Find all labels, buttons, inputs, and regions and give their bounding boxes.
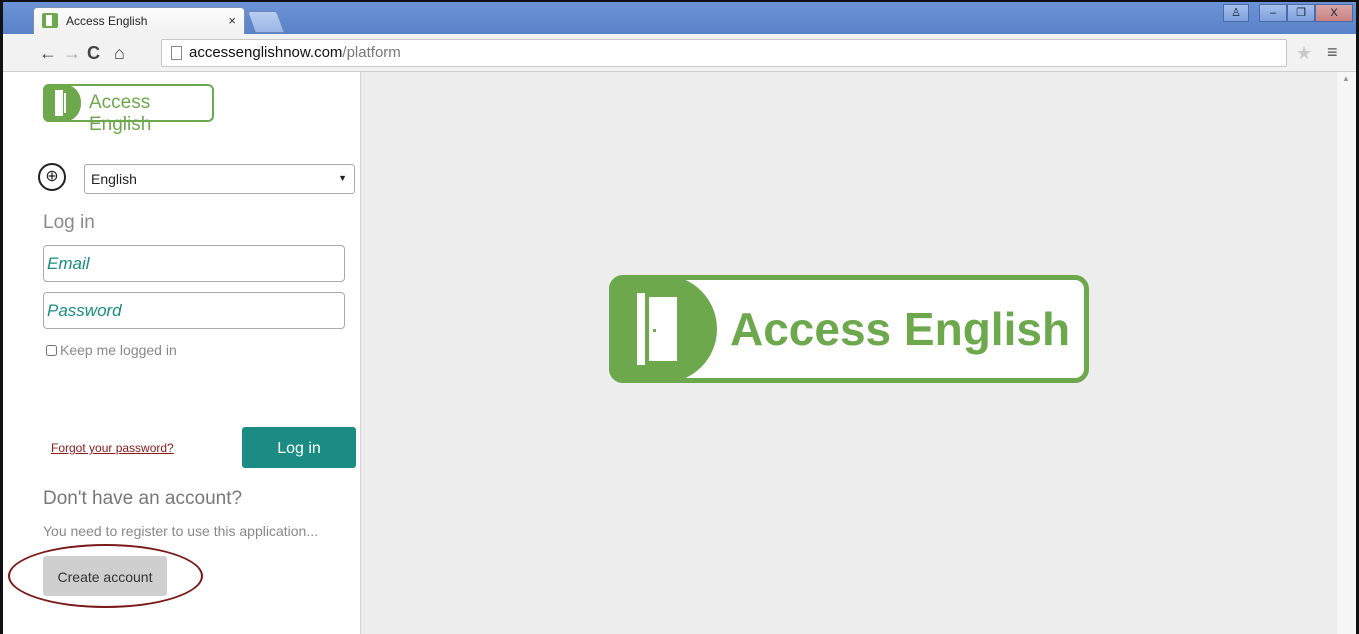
- maximize-button[interactable]: ❐: [1287, 4, 1315, 22]
- tab-title: Access English: [66, 14, 148, 28]
- forward-arrow-icon[interactable]: →: [63, 43, 81, 64]
- globe-icon: ⊕: [38, 163, 66, 191]
- scroll-up-icon[interactable]: ▲: [1342, 74, 1350, 83]
- tab-bar: Access English × ♙ – ❐ X: [3, 2, 1356, 34]
- url-host: accessenglishnow.com: [189, 44, 343, 61]
- register-message: You need to register to use this applica…: [43, 523, 318, 539]
- password-input[interactable]: [44, 293, 339, 328]
- main-logo: Access English: [609, 275, 1089, 383]
- email-input[interactable]: [44, 246, 339, 281]
- keep-logged-in-label: Keep me logged in: [60, 342, 177, 358]
- new-tab-button[interactable]: [246, 11, 286, 33]
- language-selected: English: [91, 171, 137, 187]
- forgot-password-link[interactable]: Forgot your password?: [51, 441, 174, 455]
- sidebar-logo-text: Access English: [89, 92, 152, 135]
- login-button[interactable]: Log in: [242, 427, 356, 468]
- minimize-button[interactable]: –: [1259, 4, 1287, 22]
- browser-tab[interactable]: Access English ×: [33, 7, 245, 34]
- address-bar[interactable]: accessenglishnow.com/platform: [161, 39, 1287, 67]
- door-icon: [637, 293, 683, 365]
- password-field[interactable]: [43, 292, 345, 329]
- keep-logged-in-checkbox[interactable]: [46, 345, 57, 356]
- reload-icon[interactable]: C: [87, 43, 100, 64]
- highlight-annotation: [8, 544, 203, 608]
- user-profile-icon[interactable]: ♙: [1223, 4, 1249, 22]
- page-icon: [171, 46, 182, 60]
- menu-icon[interactable]: ≡: [1327, 42, 1338, 63]
- door-logo-icon: [609, 275, 717, 383]
- browser-toolbar: ← → C ⌂ accessenglishnow.com/platform ★ …: [3, 34, 1356, 72]
- star-icon[interactable]: ★: [1296, 43, 1312, 64]
- no-account-heading: Don't have an account?: [43, 488, 243, 509]
- email-field[interactable]: [43, 245, 345, 282]
- home-icon[interactable]: ⌂: [114, 43, 125, 64]
- door-logo-icon: [43, 84, 81, 122]
- back-arrow-icon[interactable]: ←: [39, 43, 57, 64]
- chevron-down-icon: ▼: [338, 173, 347, 183]
- sidebar-logo: Access English: [43, 84, 214, 135]
- login-sidebar: Access English ⊕ English ▼ Log in Keep m…: [3, 72, 361, 634]
- url-path: /platform: [342, 44, 401, 61]
- tab-close-icon[interactable]: ×: [228, 13, 236, 28]
- vertical-scrollbar[interactable]: ▲: [1337, 72, 1356, 634]
- close-window-button[interactable]: X: [1315, 4, 1353, 22]
- login-title: Log in: [43, 212, 95, 233]
- main-logo-text: Access English: [730, 303, 1071, 355]
- main-content: Access English: [361, 72, 1337, 634]
- language-select[interactable]: English ▼: [84, 164, 355, 194]
- url-text[interactable]: accessenglishnow.com/platform: [189, 44, 401, 61]
- favicon-icon: [42, 13, 58, 28]
- keep-logged-in[interactable]: Keep me logged in: [46, 342, 177, 358]
